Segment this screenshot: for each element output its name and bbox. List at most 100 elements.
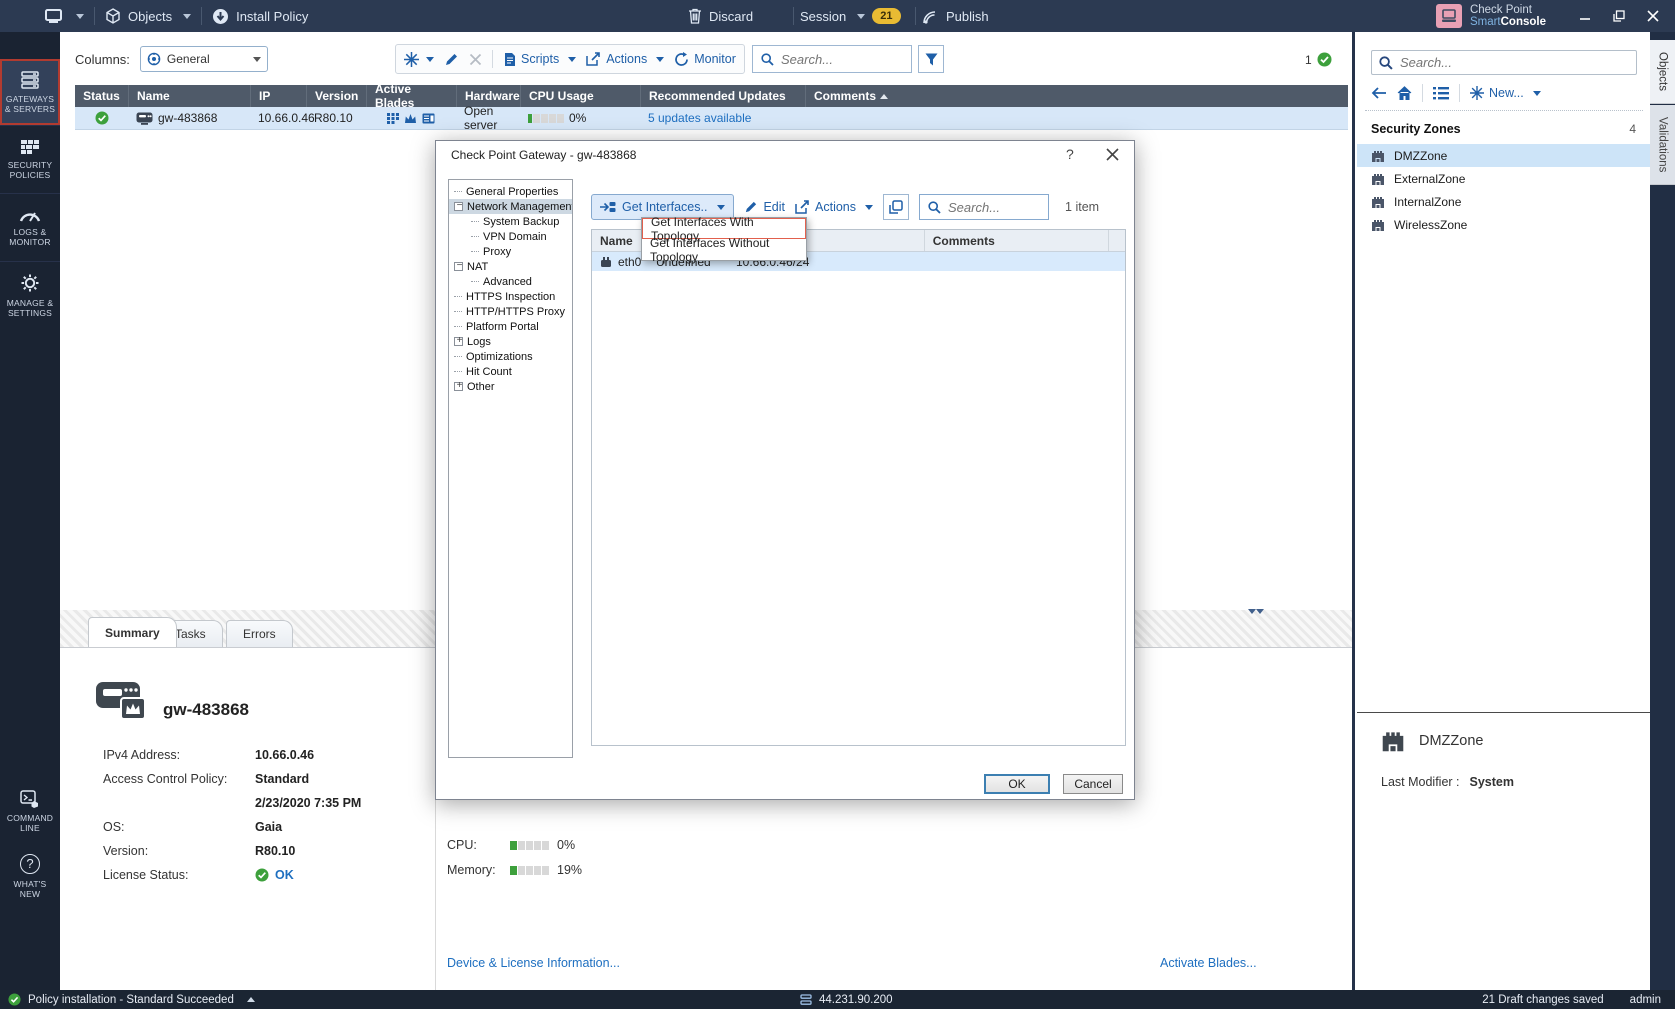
tree-item[interactable]: System Backup [449, 214, 572, 229]
delete-button[interactable] [469, 53, 482, 66]
column-recommended-updates[interactable]: Recommended Updates [640, 85, 805, 107]
edit-button[interactable] [444, 52, 459, 67]
sidebar-item-label: WHAT'S NEW [14, 879, 47, 899]
new-object-button[interactable] [404, 52, 434, 67]
cancel-button[interactable]: Cancel [1063, 774, 1123, 794]
open-window-button[interactable] [883, 194, 909, 220]
sidebar-item-security-policies[interactable]: SECURITY POLICIES [0, 125, 60, 192]
tab-errors[interactable]: Errors [226, 620, 293, 647]
security-zone-icon [1371, 172, 1385, 186]
column-comments[interactable]: Comments [924, 230, 1108, 251]
tree-item[interactable]: Logs [449, 334, 572, 349]
security-zone-icon [1371, 149, 1385, 163]
help-button[interactable]: ? [1066, 146, 1074, 162]
home-button[interactable] [1397, 86, 1412, 100]
get-interfaces-icon [600, 201, 616, 213]
columns-value: General [167, 52, 210, 66]
back-button[interactable] [1371, 87, 1387, 99]
menu-item-get-without-topology[interactable]: Get Interfaces Without Topology [642, 239, 806, 260]
gateway-row[interactable]: gw-483868 10.66.0.46 R80.10 Open server … [75, 107, 1348, 130]
column-comments[interactable]: Comments [805, 85, 1348, 107]
column-ip[interactable]: IP [250, 85, 306, 107]
discard-button[interactable]: Discard [688, 8, 753, 24]
sidebar-item-gateways-servers[interactable]: GATEWAYS & SERVERS [0, 59, 60, 125]
sidebar-item-command-line[interactable]: COMMAND LINE [0, 780, 60, 842]
blade-grid-icon [387, 113, 399, 124]
interface-edit-button[interactable]: Edit [744, 200, 785, 214]
tree-item-selected[interactable]: Network Management [449, 199, 572, 214]
monitor-button[interactable]: Monitor [674, 52, 736, 67]
install-policy-icon [212, 8, 229, 25]
search-input[interactable] [781, 52, 903, 67]
objects-search[interactable] [1371, 50, 1637, 75]
tree-item[interactable]: Proxy [449, 244, 572, 259]
actions-button[interactable]: Actions [586, 52, 664, 66]
zone-item-externalzone[interactable]: ExternalZone [1357, 167, 1651, 190]
interface-actions-button[interactable]: Actions [795, 200, 873, 214]
tree-item[interactable]: Hit Count [449, 364, 572, 379]
column-status[interactable]: Status [75, 85, 128, 107]
columns-dropdown[interactable]: General [140, 46, 268, 72]
dialog-close-button[interactable] [1106, 148, 1119, 161]
tree-item[interactable]: Advanced [449, 274, 572, 289]
gateways-search[interactable] [752, 45, 912, 73]
objects-search-input[interactable] [1400, 55, 1629, 70]
policy-status[interactable]: Policy installation - Standard Succeeded [8, 993, 255, 1006]
column-cpu-usage[interactable]: CPU Usage [520, 85, 640, 107]
discard-label: Discard [709, 9, 753, 24]
column-active-blades[interactable]: Active Blades [366, 85, 456, 107]
sidebar-item-manage-settings[interactable]: MANAGE & SETTINGS [0, 261, 60, 328]
app-menu-caret-icon [76, 14, 84, 19]
ok-button[interactable]: OK [984, 774, 1050, 794]
sidebar-item-logs-monitor[interactable]: LOGS & MONITOR [0, 193, 60, 260]
tree-item[interactable]: HTTP/HTTPS Proxy [449, 304, 572, 319]
gateway-icon [136, 112, 153, 125]
interface-search-input[interactable] [948, 200, 1040, 215]
activate-blades-link[interactable]: Activate Blades... [1160, 956, 1257, 970]
list-view-button[interactable] [1433, 87, 1449, 100]
tree-item[interactable]: Other [449, 379, 572, 394]
device-license-link[interactable]: Device & License Information... [447, 956, 620, 970]
server-address: 44.231.90.200 [800, 994, 893, 1006]
tree-item[interactable]: VPN Domain [449, 229, 572, 244]
collapse-panel-button[interactable] [1248, 614, 1264, 628]
zone-detail-name: DMZZone [1419, 733, 1483, 749]
modifier-label: Last Modifier : [1381, 775, 1460, 789]
zone-item-dmzzone[interactable]: DMZZone [1357, 144, 1651, 167]
tab-validations[interactable]: Validations [1650, 105, 1675, 185]
objects-menu-button[interactable]: Objects [105, 8, 191, 24]
zone-item-internalzone[interactable]: InternalZone [1357, 190, 1651, 213]
app-menu-button[interactable] [45, 9, 84, 24]
session-menu-button[interactable]: Session 21 [800, 8, 901, 24]
publish-button[interactable]: Publish [922, 9, 989, 24]
modifier-value: System [1470, 775, 1514, 789]
checkpoint-logo-icon [1436, 4, 1462, 28]
close-button[interactable] [1647, 10, 1659, 22]
new-object-button[interactable]: New... [1470, 86, 1541, 100]
objects-menu-label: Objects [128, 9, 172, 24]
tree-item[interactable]: HTTPS Inspection [449, 289, 572, 304]
filter-button[interactable] [918, 45, 944, 73]
logged-in-user[interactable]: admin [1630, 994, 1661, 1006]
column-version[interactable]: Version [306, 85, 366, 107]
zone-item-wirelesszone[interactable]: WirelessZone [1357, 213, 1651, 236]
tree-item[interactable]: Platform Portal [449, 319, 572, 334]
tab-objects[interactable]: Objects [1650, 40, 1675, 104]
status-bar: Policy installation - Standard Succeeded… [0, 990, 1675, 1009]
column-name[interactable]: Name [128, 85, 250, 107]
tree-item[interactable]: NAT [449, 259, 572, 274]
get-interfaces-menu: Get Interfaces With Topology Get Interfa… [641, 217, 807, 261]
maximize-button[interactable] [1613, 10, 1625, 22]
section-count: 4 [1629, 122, 1636, 136]
tab-summary[interactable]: Summary [88, 617, 177, 647]
minimize-button[interactable] [1579, 10, 1591, 22]
install-policy-button[interactable]: Install Policy [212, 8, 308, 25]
interface-search[interactable] [919, 194, 1049, 220]
scripts-button[interactable]: Scripts [503, 52, 576, 67]
updates-link[interactable]: 5 updates available [648, 111, 751, 125]
trash-icon [688, 8, 702, 24]
sidebar-item-whats-new[interactable]: ? WHAT'S NEW [0, 845, 60, 907]
tree-item[interactable]: Optimizations [449, 349, 572, 364]
tree-item[interactable]: General Properties [449, 184, 572, 199]
draft-changes[interactable]: 21 Draft changes saved [1482, 994, 1603, 1006]
